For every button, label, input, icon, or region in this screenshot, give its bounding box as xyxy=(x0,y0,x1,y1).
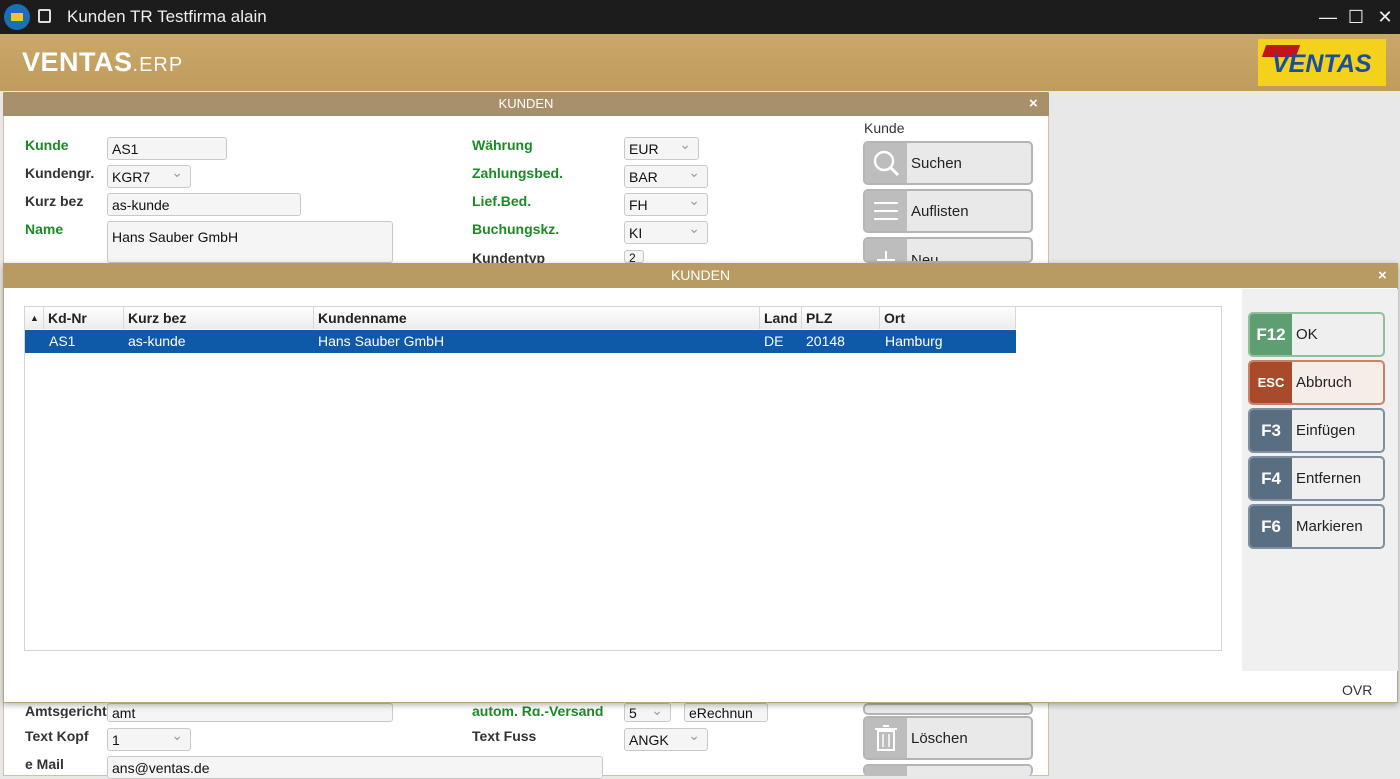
dialog-titlebar: KUNDEN × xyxy=(3,263,1398,288)
dialog-title: KUNDEN xyxy=(670,267,731,283)
zahlungsbed-select[interactable]: BAR xyxy=(624,165,708,188)
cell-ort: Hamburg xyxy=(885,333,943,349)
column-header-kdnr[interactable]: Kd-Nr xyxy=(44,307,124,329)
window-titlebar: Kunden TR Testfirma alain — ☐ ✕ xyxy=(0,0,1400,34)
kundentyp-label: Kundentyp xyxy=(472,250,546,263)
erechnung-field[interactable]: eRechnun xyxy=(684,703,768,722)
einfuegen-button[interactable]: F3 Einfügen xyxy=(1248,408,1385,453)
brand-suffix: .ERP xyxy=(132,54,184,76)
brand-logo: VENTAS.ERP xyxy=(22,47,183,78)
amtsgericht-label: Amtsgericht xyxy=(25,703,107,718)
loeschen-label: Löschen xyxy=(911,730,968,747)
ok-button[interactable]: F12 OK xyxy=(1248,312,1385,357)
textfuss-select[interactable]: ANGK xyxy=(624,728,708,751)
cell-kurzbez: as-kunde xyxy=(128,333,186,349)
zahlungsbed-label: Zahlungsbed. xyxy=(472,165,563,181)
f3-key-badge: F3 xyxy=(1250,410,1292,451)
side-group-label: Kunde xyxy=(864,120,905,136)
waehrung-label: Währung xyxy=(472,137,533,153)
auflisten-label: Auflisten xyxy=(911,203,969,220)
kundengr-select[interactable]: KGR7 xyxy=(107,165,191,188)
esc-key-badge: ESC xyxy=(1250,362,1292,403)
textkopf-label: Text Kopf xyxy=(25,728,89,744)
logo-text: VENTAS xyxy=(1272,50,1372,78)
ventas-logo: VENTAS xyxy=(1258,39,1386,86)
liefbed-select[interactable]: FH xyxy=(624,193,708,216)
plus-icon xyxy=(865,239,907,261)
kunde-label: Kunde xyxy=(25,137,69,153)
kurzbez-label: Kurz bez xyxy=(25,193,84,209)
neu-button[interactable]: Neu xyxy=(863,237,1033,263)
column-header-ort[interactable]: Ort xyxy=(880,307,1016,329)
f4-key-badge: F4 xyxy=(1250,458,1292,499)
app-header: VENTAS.ERP VENTAS xyxy=(0,34,1400,91)
cell-kundenname: Hans Sauber GmbH xyxy=(318,333,445,349)
cell-land: DE xyxy=(764,333,784,349)
kundentyp-field[interactable]: 2 xyxy=(624,250,644,263)
overwrite-mode-indicator: OVR xyxy=(1342,682,1373,698)
einfuegen-label: Einfügen xyxy=(1296,422,1356,439)
markieren-label: Markieren xyxy=(1296,518,1363,535)
abbruch-label: Abbruch xyxy=(1296,374,1352,391)
results-grid xyxy=(24,306,1222,651)
column-header-kurzbez[interactable]: Kurz bez xyxy=(124,307,314,329)
maximize-button[interactable]: ☐ xyxy=(1342,4,1370,30)
suchen-label: Suchen xyxy=(911,155,962,172)
window-pin-icon[interactable] xyxy=(38,9,51,23)
f12-key-badge: F12 xyxy=(1250,314,1292,355)
email-label: e Mail xyxy=(25,756,64,772)
kunde-field[interactable]: AS1 xyxy=(107,137,227,160)
hidden-side-button[interactable] xyxy=(863,703,1033,715)
name-field[interactable]: Hans Sauber GmbH xyxy=(107,221,393,263)
ok-label: OK xyxy=(1296,326,1318,343)
waehrung-select[interactable]: EUR xyxy=(624,137,699,160)
cell-plz: 20148 xyxy=(806,333,845,349)
customer-form-titlebar: KUNDEN × xyxy=(3,92,1049,116)
abbruch-button[interactable]: ESC Abbruch xyxy=(1248,360,1385,405)
customer-form-title: KUNDEN xyxy=(498,96,554,111)
dialog-close-button[interactable]: × xyxy=(1378,263,1387,288)
trash-icon xyxy=(865,718,907,758)
markieren-button[interactable]: F6 Markieren xyxy=(1248,504,1385,549)
minimize-button[interactable]: — xyxy=(1314,4,1342,30)
close-window-button[interactable]: ✕ xyxy=(1371,4,1399,30)
amtsgericht-field[interactable]: amt xyxy=(107,703,393,722)
buchungskz-select[interactable]: KI xyxy=(624,221,708,244)
sort-indicator-icon[interactable]: ▲ xyxy=(25,307,44,329)
upload-icon xyxy=(865,766,907,776)
rgversand-label: autom. Rg.-Versand xyxy=(472,703,604,716)
liefbed-label: Lief.Bed. xyxy=(472,193,532,209)
column-header-land[interactable]: Land xyxy=(760,307,802,329)
kundengr-label: Kundengr. xyxy=(25,165,95,181)
neu-label: Neu xyxy=(911,252,939,263)
kurzbez-field[interactable]: as-kunde xyxy=(107,193,301,216)
column-header-plz[interactable]: PLZ xyxy=(802,307,880,329)
cell-kdnr: AS1 xyxy=(49,333,76,349)
entfernen-button[interactable]: F4 Entfernen xyxy=(1248,456,1385,501)
rgversand-select[interactable]: 5 xyxy=(624,703,671,722)
textkopf-select[interactable]: 1 xyxy=(107,728,191,751)
f6-key-badge: F6 xyxy=(1250,506,1292,547)
name-label: Name xyxy=(25,221,64,237)
app-icon[interactable] xyxy=(4,4,30,30)
entfernen-label: Entfernen xyxy=(1296,470,1362,487)
search-icon xyxy=(865,143,907,183)
column-header-kundenname[interactable]: Kundenname xyxy=(314,307,760,329)
list-icon xyxy=(865,191,907,231)
brand-name: VENTAS xyxy=(22,47,133,77)
loeschen-button[interactable]: Löschen xyxy=(863,716,1033,760)
window-title: Kunden TR Testfirma alain xyxy=(67,7,267,26)
suchen-button[interactable]: Suchen xyxy=(863,141,1033,185)
auflisten-button[interactable]: Auflisten xyxy=(863,189,1033,233)
buchungskz-label: Buchungskz. xyxy=(472,221,560,237)
partial-side-button[interactable] xyxy=(863,764,1033,776)
customer-form-close-button[interactable]: × xyxy=(1029,92,1038,116)
textfuss-label: Text Fuss xyxy=(472,728,537,744)
